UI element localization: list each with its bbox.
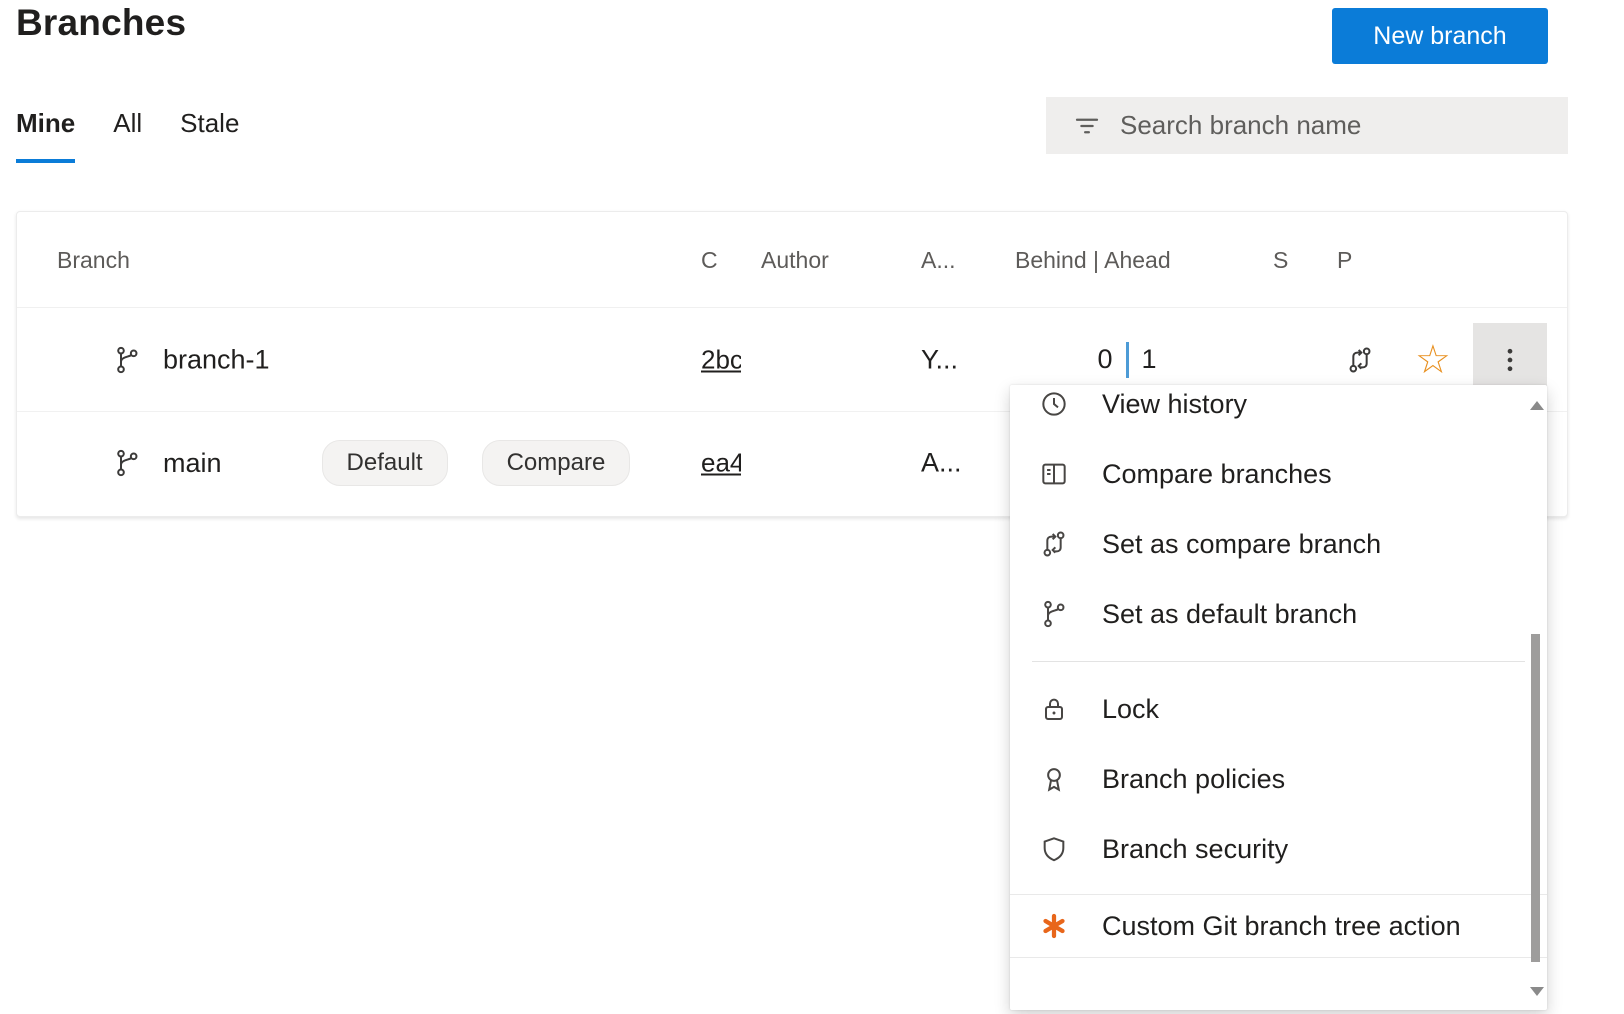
- menu-item-set-default-branch[interactable]: Set as default branch: [1010, 579, 1547, 649]
- menu-item-set-compare-branch[interactable]: Set as compare branch: [1010, 509, 1547, 579]
- branch-context-menu: View history Compare branches Set as com…: [1010, 385, 1547, 1010]
- favorite-star-icon[interactable]: ☆: [1415, 340, 1451, 380]
- lock-icon: [1036, 691, 1072, 727]
- menu-item-branch-security[interactable]: Branch security: [1010, 814, 1547, 884]
- menu-scrollbar[interactable]: [1528, 389, 1544, 1006]
- default-badge: Default: [322, 440, 448, 486]
- menu-item-branch-policies[interactable]: Branch policies: [1010, 744, 1547, 814]
- menu-item-label: Branch security: [1102, 834, 1288, 865]
- column-branch[interactable]: Branch: [57, 212, 130, 308]
- git-compare-icon: [1036, 526, 1072, 562]
- column-commit[interactable]: C: [701, 212, 718, 308]
- behind-ahead-divider: [1126, 342, 1129, 378]
- commit-link: ea4: [701, 448, 741, 479]
- menu-item-label: Lock: [1102, 694, 1159, 725]
- tab-all[interactable]: All: [113, 102, 142, 163]
- filter-icon: [1072, 111, 1102, 141]
- search-input[interactable]: [1120, 97, 1568, 154]
- menu-item-label: Custom Git branch tree action: [1102, 911, 1461, 942]
- menu-item-label: Set as default branch: [1102, 599, 1357, 630]
- tab-mine[interactable]: Mine: [16, 102, 75, 163]
- set-compare-branch-icon[interactable]: [1344, 344, 1376, 376]
- table-header: Branch C Author A... Behind | Ahead S P: [17, 212, 1567, 308]
- menu-divider: [1032, 661, 1525, 662]
- extension-asterisk-icon: [1036, 908, 1072, 944]
- behind-count: 0: [1097, 344, 1112, 375]
- column-pull-request[interactable]: P: [1337, 212, 1352, 308]
- ellipsis-icon: [1495, 345, 1525, 375]
- menu-item-view-history[interactable]: View history: [1010, 385, 1547, 439]
- menu-item-label: Set as compare branch: [1102, 529, 1381, 560]
- tab-stale-label: Stale: [180, 108, 239, 138]
- tab-all-label: All: [113, 108, 142, 138]
- menu-item-label: View history: [1102, 389, 1247, 420]
- compare-columns-icon: [1036, 456, 1072, 492]
- branch-name-link[interactable]: branch-1: [163, 344, 270, 375]
- column-author[interactable]: Author: [761, 212, 829, 308]
- git-branch-icon: [1036, 596, 1072, 632]
- column-status[interactable]: S: [1273, 212, 1288, 308]
- column-authored-date[interactable]: A...: [921, 212, 956, 308]
- policy-ribbon-icon: [1036, 761, 1072, 797]
- page-title: Branches: [16, 2, 186, 44]
- shield-icon: [1036, 831, 1072, 867]
- menu-item-custom-git-action[interactable]: Custom Git branch tree action: [1010, 894, 1547, 958]
- tab-stale[interactable]: Stale: [180, 102, 239, 163]
- menu-item-label: Compare branches: [1102, 459, 1332, 490]
- history-clock-icon: [1036, 386, 1072, 422]
- commit-link-text[interactable]: 2bc: [701, 344, 741, 374]
- authored-date: Y...: [921, 344, 958, 375]
- menu-item-label: Branch policies: [1102, 764, 1285, 795]
- commit-link: 2bc: [701, 344, 741, 375]
- scroll-down-arrow-icon[interactable]: [1530, 987, 1544, 996]
- menu-item-lock[interactable]: Lock: [1010, 674, 1547, 744]
- commit-link-text[interactable]: ea4: [701, 448, 741, 478]
- scroll-up-arrow-icon[interactable]: [1530, 401, 1544, 410]
- authored-date: A...: [921, 448, 962, 479]
- git-branch-icon: [111, 344, 143, 376]
- menu-item-compare-branches[interactable]: Compare branches: [1010, 439, 1547, 509]
- ahead-count: 1: [1142, 344, 1157, 375]
- git-branch-icon: [111, 447, 143, 479]
- tab-mine-label: Mine: [16, 108, 75, 138]
- branch-search-box[interactable]: [1046, 97, 1568, 154]
- column-behind-ahead[interactable]: Behind | Ahead: [1015, 212, 1171, 308]
- behind-ahead-cell: 0 1: [1057, 342, 1197, 378]
- branch-name-cell: main Default Compare: [163, 440, 630, 486]
- tab-bar: Mine All Stale: [16, 102, 239, 163]
- compare-badge: Compare: [482, 440, 631, 486]
- scrollbar-thumb[interactable]: [1531, 634, 1540, 962]
- new-branch-button[interactable]: New branch: [1332, 8, 1548, 64]
- branch-name-link[interactable]: main: [163, 448, 222, 479]
